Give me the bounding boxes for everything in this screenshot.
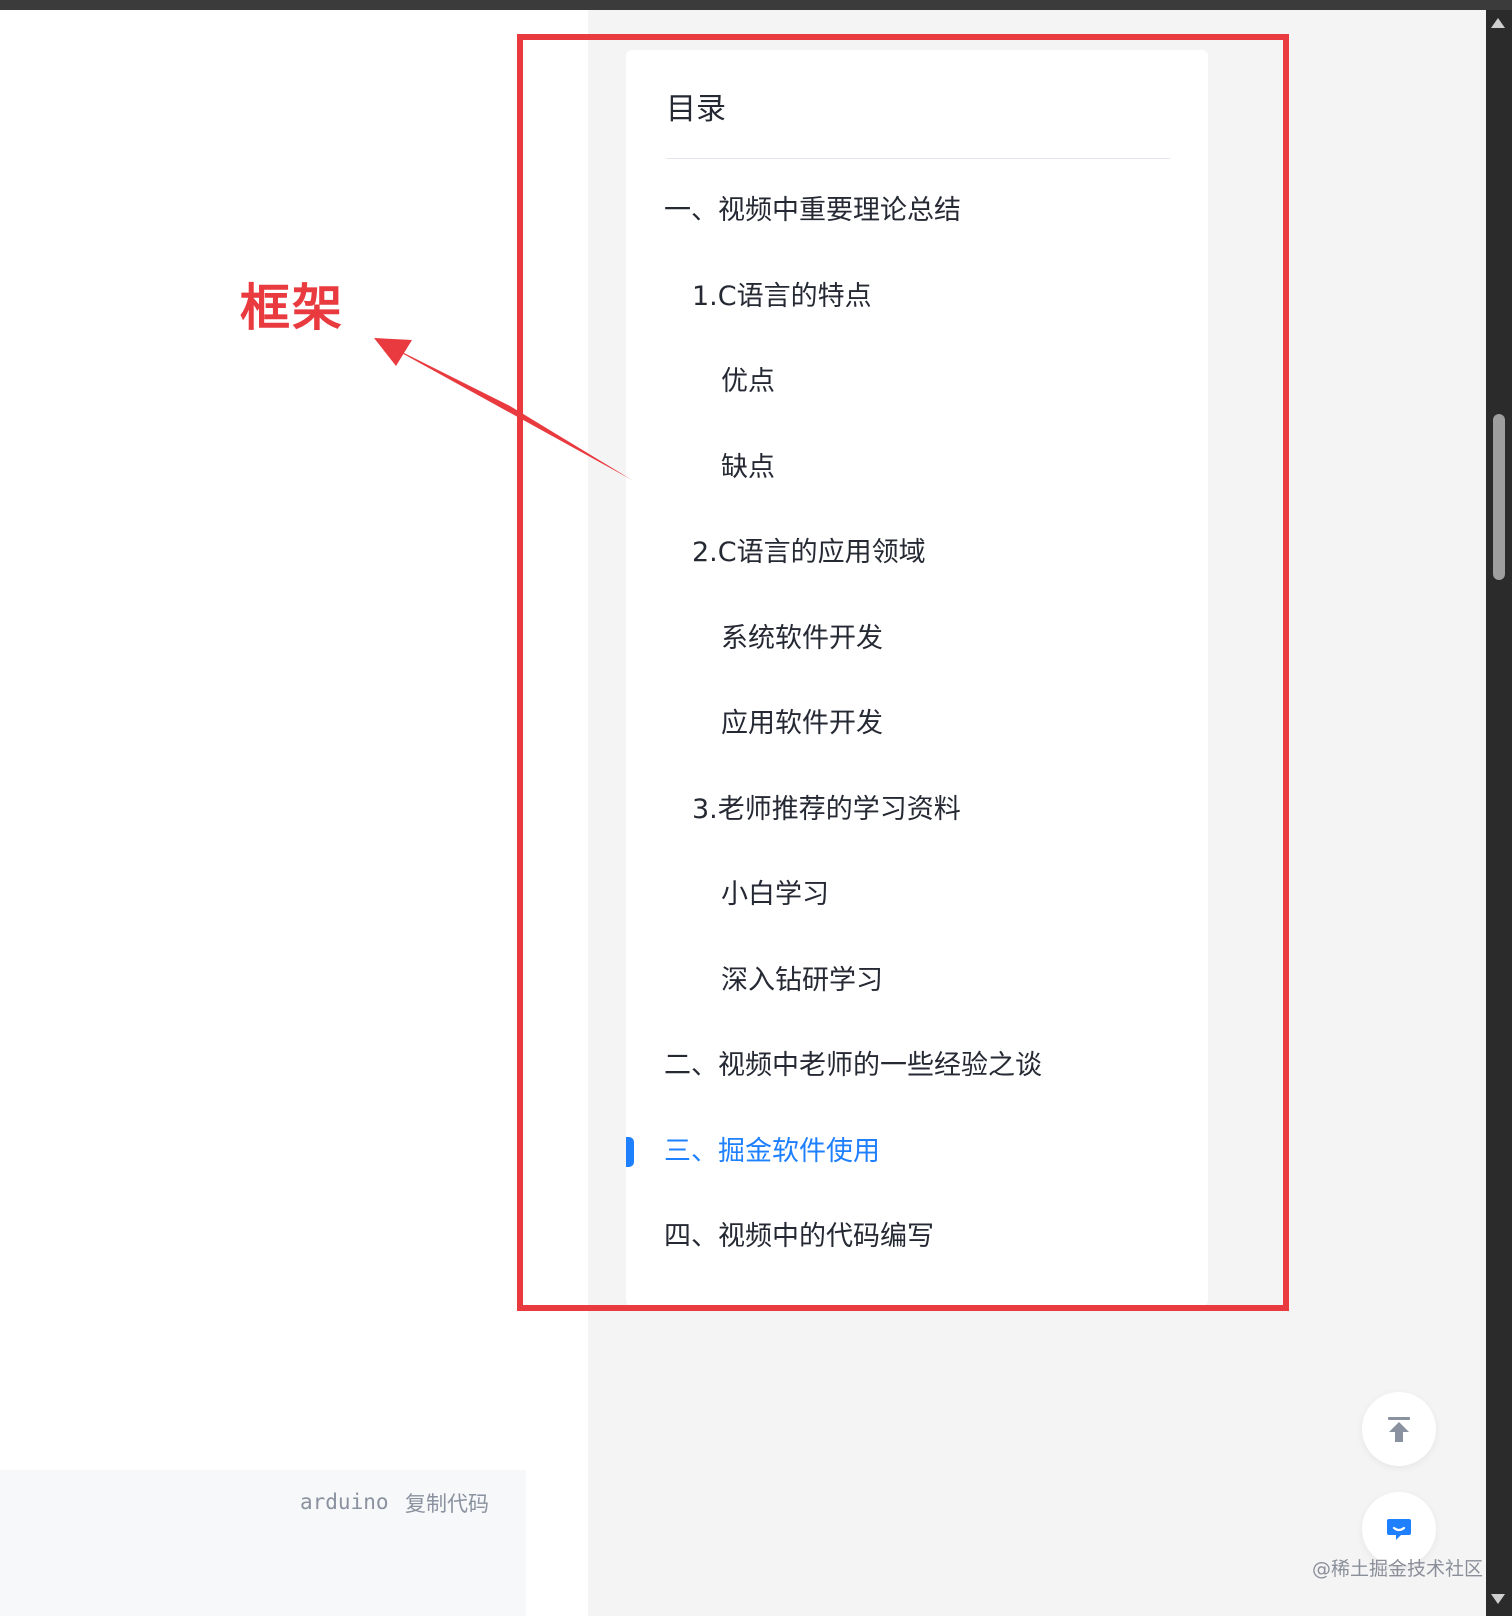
toc-item[interactable]: 缺点 [626,425,1208,511]
browser-top-bar [0,0,1512,10]
toc-item[interactable]: 深入钻研学习 [626,938,1208,1024]
annotation-label: 框架 [240,279,344,337]
toc-item[interactable]: 应用软件开发 [626,681,1208,767]
toc-item[interactable]: 三、掘金软件使用 [626,1109,1208,1195]
scroll-down-icon[interactable] [1491,1594,1505,1604]
toc-item[interactable]: 一、视频中重要理论总结 [626,168,1208,254]
scrollbar-thumb[interactable] [1493,414,1505,580]
toc-title: 目录 [666,92,726,127]
code-block-header: arduino 复制代码 [0,1470,526,1616]
toc-list: 一、视频中重要理论总结 1.C语言的特点 优点 缺点 2.C语言的应用领域 系统软件开发应… [626,168,1208,1280]
toc-item[interactable]: 2.C语言的应用领域 [626,510,1208,596]
code-language-label: arduino [300,1490,389,1514]
copy-code-button[interactable]: 复制代码 [405,1488,489,1518]
toc-item[interactable]: 3.老师推荐的学习资料 [626,767,1208,853]
toc-panel: 目录 一、视频中重要理论总结 1.C语言的特点 优点 缺点 2.C语言的应用领域 系统软件… [626,50,1208,1306]
toc-item[interactable]: 优点 [626,339,1208,425]
toc-item[interactable]: 二、视频中老师的一些经验之谈 [626,1023,1208,1109]
toc-divider [666,158,1170,159]
toc-item[interactable]: 1.C语言的特点 [626,254,1208,340]
scrollbar[interactable] [1486,10,1512,1616]
toc-item[interactable]: 小白学习 [626,852,1208,938]
scroll-up-icon[interactable] [1491,18,1505,28]
arrow-up-to-line-icon [1388,1417,1410,1442]
article-content-area [0,10,588,1616]
toc-item[interactable]: 系统软件开发 [626,596,1208,682]
back-to-top-button[interactable] [1362,1392,1436,1466]
toc-item[interactable]: 四、视频中的代码编写 [626,1194,1208,1280]
watermark: @稀土掘金技术社区 [1312,1558,1484,1580]
chat-bubble-icon [1387,1519,1411,1540]
